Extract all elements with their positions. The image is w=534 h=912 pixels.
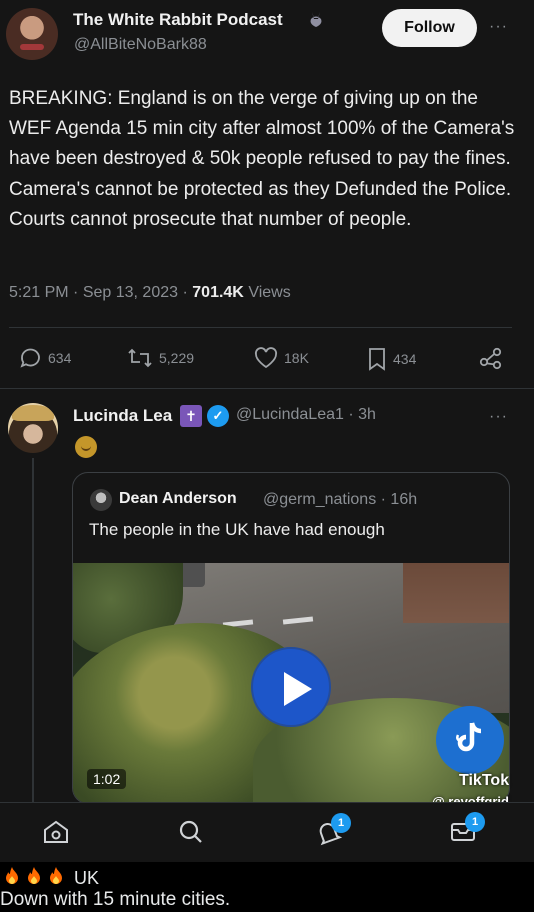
fire-emoji-icon [2, 866, 22, 891]
heart-icon [253, 346, 279, 370]
messages-badge: 1 [465, 812, 485, 832]
smiley-emoji-icon [75, 436, 97, 458]
reply-meta: @LucindaLea1 · 3h [236, 406, 376, 424]
meta-separator: · [348, 406, 354, 423]
divider [9, 327, 512, 328]
repost-button[interactable]: 5,229 [126, 346, 194, 370]
cross-emoji-icon: ✝ [180, 405, 202, 427]
reply-author-name[interactable]: Lucinda Lea [73, 406, 172, 426]
nav-search[interactable] [171, 814, 211, 854]
repost-count: 5,229 [159, 350, 195, 366]
verified-badge-icon: ✓ [207, 405, 229, 427]
fire-emoji-icon [24, 866, 44, 891]
notifications-badge: 1 [331, 813, 351, 833]
screenshot: The White Rabbit Podcast @AllBiteNoBark8… [0, 0, 534, 862]
reply-more-options-icon[interactable]: ··· [489, 408, 508, 426]
reply-author-avatar[interactable] [8, 403, 58, 453]
caption-line-1: UK [2, 866, 99, 891]
caption-uk: UK [74, 868, 100, 888]
meta-separator: · [380, 491, 386, 508]
divider [0, 388, 534, 389]
tweet-date[interactable]: Sep 13, 2023 [83, 284, 178, 301]
bookmark-button[interactable]: 434 [366, 346, 416, 372]
video-player[interactable]: 1:02 [73, 563, 509, 803]
author-name[interactable]: The White Rabbit Podcast [73, 10, 283, 30]
views-count: 701.4K [192, 284, 244, 301]
reply-count: 634 [48, 350, 72, 366]
caption-line-2: Down with 15 minute cities. [0, 889, 231, 910]
meta-separator: · [73, 284, 79, 301]
tweet-time[interactable]: 5:21 PM [9, 284, 69, 301]
video-duration: 1:02 [87, 769, 127, 789]
fire-emoji-icon [46, 866, 66, 891]
meta-separator: · [182, 284, 188, 301]
thread-line [32, 458, 34, 803]
search-icon [176, 817, 206, 852]
quoted-author-name[interactable]: Dean Anderson [119, 490, 237, 508]
quoted-text: The people in the UK have had enough [89, 520, 385, 539]
share-button[interactable] [478, 346, 504, 370]
author-handle[interactable]: @AllBiteNoBark88 [74, 36, 207, 54]
reply-icon [19, 346, 43, 370]
home-icon [41, 817, 71, 852]
repost-icon [126, 346, 154, 370]
more-options-icon[interactable]: ··· [489, 18, 508, 36]
like-button[interactable]: 18K [253, 346, 309, 370]
views-label: Views [248, 284, 291, 301]
share-icon [478, 346, 504, 370]
reply-button[interactable]: 634 [19, 346, 71, 370]
tiktok-logo-icon [452, 719, 488, 762]
author-avatar[interactable] [6, 8, 58, 60]
compose-button[interactable] [436, 706, 504, 774]
quoted-author-handle[interactable]: @germ_nations [263, 491, 376, 508]
reply-author-handle[interactable]: @LucindaLea1 [236, 406, 344, 423]
play-button[interactable] [251, 647, 331, 727]
like-count: 18K [284, 350, 309, 366]
quoted-meta: @germ_nations · 16h [263, 491, 417, 509]
nav-home[interactable] [36, 814, 76, 854]
quoted-author-avatar[interactable] [90, 489, 112, 511]
tiktok-watermark: TikTok [459, 772, 510, 789]
quoted-time[interactable]: 16h [390, 491, 417, 508]
video-wall [403, 563, 509, 623]
bookmark-icon [366, 346, 388, 372]
follow-button[interactable]: Follow [382, 9, 477, 47]
rabbit-icon [306, 10, 326, 34]
bookmark-count: 434 [393, 351, 417, 367]
tweet-text: BREAKING: England is on the verge of giv… [9, 88, 515, 230]
tweet-meta: 5:21 PM · Sep 13, 2023 · 701.4K Views [9, 284, 291, 302]
reply-time[interactable]: 3h [358, 406, 376, 423]
